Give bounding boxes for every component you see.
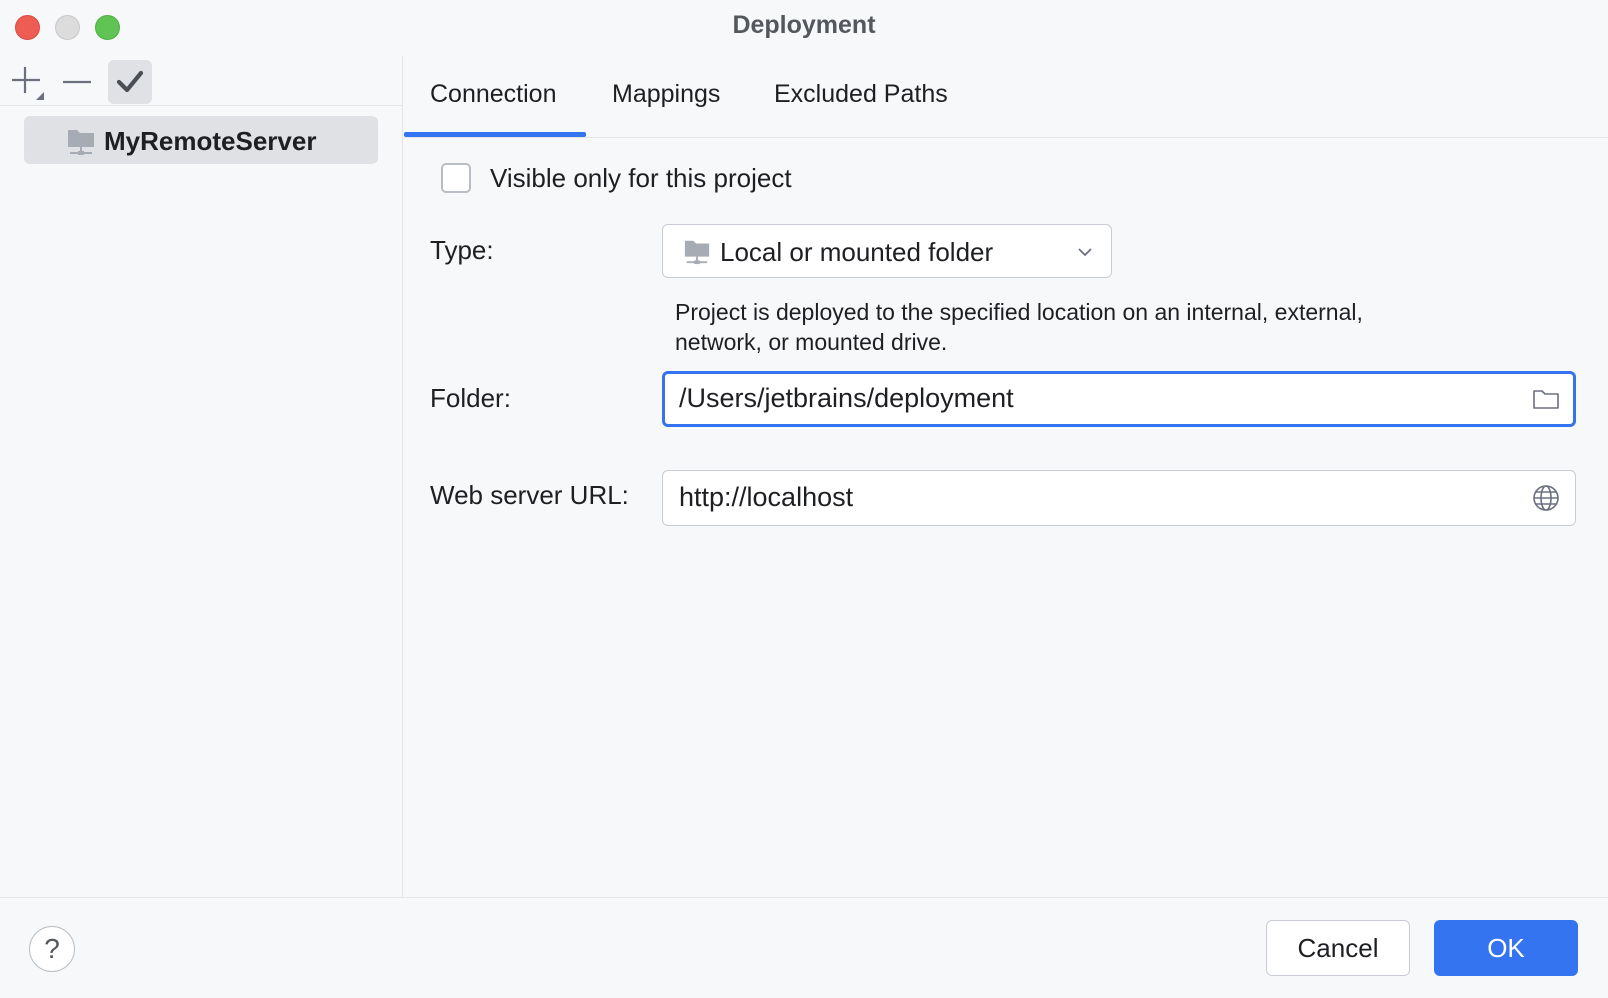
server-list-item[interactable]: MyRemoteServer bbox=[24, 116, 378, 164]
type-label: Type: bbox=[430, 235, 494, 266]
network-folder-icon bbox=[683, 237, 711, 265]
visible-only-label[interactable]: Visible only for this project bbox=[490, 163, 792, 194]
folder-field-value: /Users/jetbrains/deployment bbox=[679, 383, 1014, 414]
type-description: Project is deployed to the specified loc… bbox=[675, 297, 1375, 357]
web-server-url-value: http://localhost bbox=[679, 482, 853, 513]
web-server-url-field[interactable]: http://localhost bbox=[662, 470, 1576, 526]
add-server-button[interactable] bbox=[5, 60, 49, 104]
tab-mappings[interactable]: Mappings bbox=[612, 80, 720, 109]
server-list-panel: MyRemoteServer bbox=[0, 56, 403, 898]
cancel-button[interactable]: Cancel bbox=[1266, 920, 1410, 976]
minus-icon bbox=[56, 60, 100, 104]
window-title: Deployment bbox=[0, 11, 1608, 40]
type-select[interactable]: Local or mounted folder bbox=[662, 224, 1112, 278]
dialog-footer: ? Cancel OK bbox=[0, 897, 1608, 998]
network-folder-icon bbox=[66, 126, 96, 156]
server-name: MyRemoteServer bbox=[104, 126, 316, 157]
visible-only-checkbox[interactable] bbox=[441, 163, 471, 193]
globe-icon[interactable] bbox=[1531, 483, 1561, 513]
tab-bar: Connection Mappings Excluded Paths bbox=[404, 56, 1608, 138]
checkmark-icon bbox=[108, 60, 152, 104]
set-default-button[interactable] bbox=[108, 60, 152, 104]
folder-field[interactable]: /Users/jetbrains/deployment bbox=[662, 371, 1576, 427]
chevron-down-icon bbox=[1075, 242, 1095, 262]
title-bar: Deployment bbox=[0, 0, 1608, 56]
web-server-url-label: Web server URL: bbox=[430, 480, 629, 511]
active-tab-indicator bbox=[404, 132, 586, 137]
remove-server-button[interactable] bbox=[56, 60, 100, 104]
server-list-toolbar bbox=[0, 56, 402, 106]
deployment-dialog: Deployment bbox=[0, 0, 1608, 998]
help-button[interactable]: ? bbox=[29, 926, 75, 972]
plus-icon bbox=[5, 60, 49, 104]
browse-folder-icon[interactable] bbox=[1531, 384, 1561, 414]
folder-label: Folder: bbox=[430, 383, 511, 414]
tab-excluded-paths[interactable]: Excluded Paths bbox=[774, 80, 948, 109]
type-select-value: Local or mounted folder bbox=[720, 237, 993, 268]
tab-connection[interactable]: Connection bbox=[430, 80, 556, 109]
ok-button[interactable]: OK bbox=[1434, 920, 1578, 976]
